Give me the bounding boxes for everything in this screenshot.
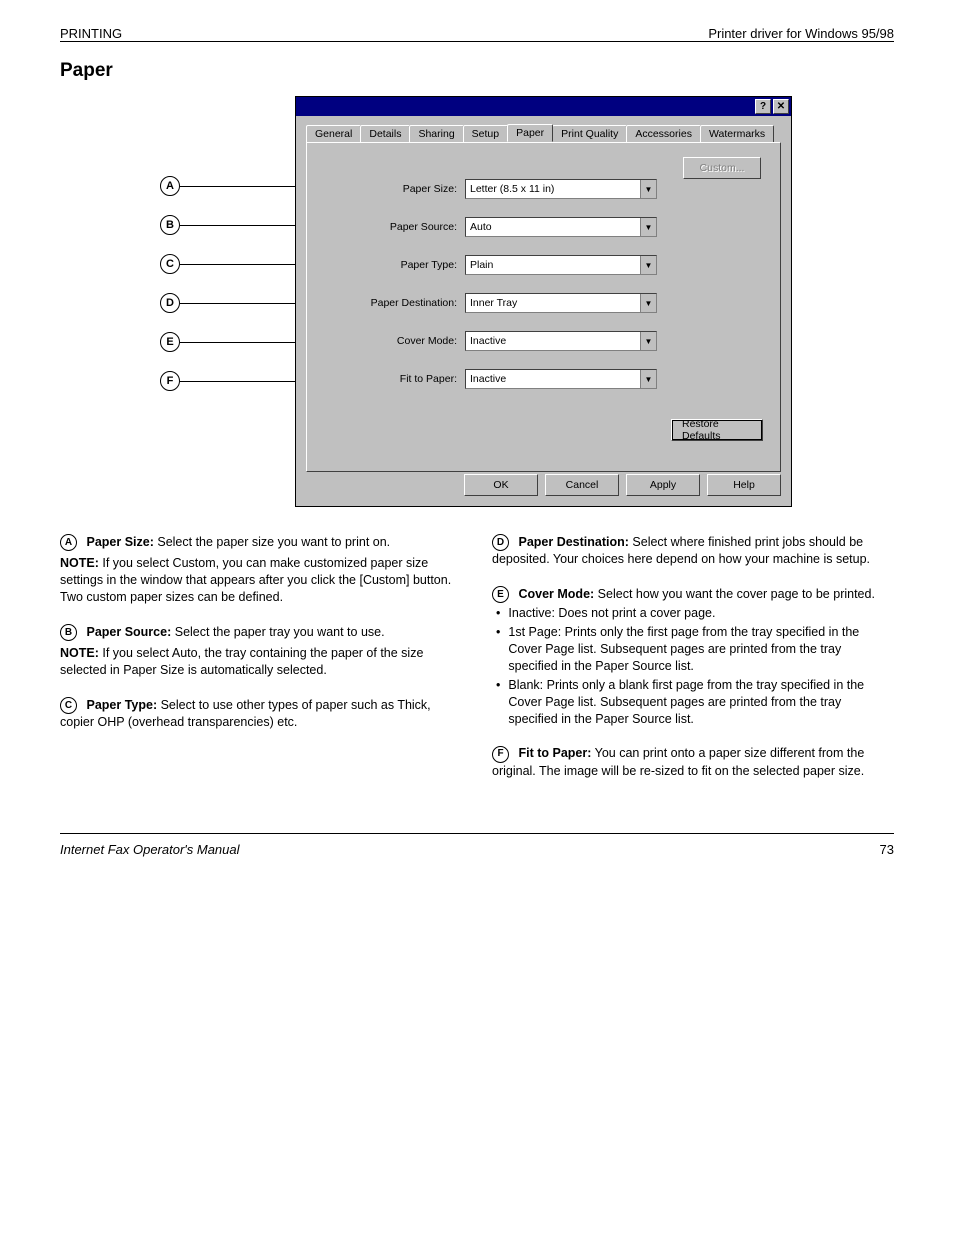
cover-mode-select[interactable]: Inactive ▼ <box>465 331 657 351</box>
entry-a-body: Select the paper size you want to print … <box>157 535 390 549</box>
chevron-down-icon: ▼ <box>640 180 656 198</box>
dialog-button-row: OK Cancel Apply Help <box>296 474 791 496</box>
entry-e-bullet-1: 1st Page: Prints only the first page fro… <box>508 624 894 675</box>
paper-type-label: Paper Type: <box>317 259 465 271</box>
footer-title: Internet Fax Operator's Manual <box>60 842 240 857</box>
entry-a-note: If you select Custom, you can make custo… <box>60 556 451 604</box>
fit-to-paper-value: Inactive <box>466 373 640 385</box>
descriptions-right: D Paper Destination: Select where finish… <box>492 534 894 797</box>
entry-c-title: Paper Type: <box>86 698 157 712</box>
footer: Internet Fax Operator's Manual 73 <box>60 833 894 857</box>
cover-mode-label: Cover Mode: <box>317 335 465 347</box>
tab-print-quality[interactable]: Print Quality <box>552 125 627 143</box>
paper-source-label: Paper Source: <box>317 221 465 233</box>
chevron-down-icon: ▼ <box>640 294 656 312</box>
paper-size-select[interactable]: Letter (8.5 x 11 in) ▼ <box>465 179 657 199</box>
entry-a: A Paper Size: Select the paper size you … <box>60 534 462 606</box>
fit-to-paper-label: Fit to Paper: <box>317 373 465 385</box>
paper-type-value: Plain <box>466 259 640 271</box>
cancel-button[interactable]: Cancel <box>545 474 619 496</box>
properties-dialog: ? ✕ General Details Sharing Setup Paper … <box>295 96 792 507</box>
entry-a-note-label: NOTE: <box>60 556 99 570</box>
callout-c-inline: C <box>60 697 77 714</box>
entry-e-bullet-2: Blank: Prints only a blank first page fr… <box>508 677 894 728</box>
paper-destination-select[interactable]: Inner Tray ▼ <box>465 293 657 313</box>
restore-defaults-button[interactable]: Restore Defaults <box>671 419 763 441</box>
section-heading: Paper <box>60 60 894 82</box>
callout-a-inline: A <box>60 534 77 551</box>
footer-page: 73 <box>880 842 894 857</box>
header-section: PRINTING <box>60 26 122 41</box>
chevron-down-icon: ▼ <box>640 332 656 350</box>
callout-f-inline: F <box>492 746 509 763</box>
entry-a-title: Paper Size: <box>86 535 153 549</box>
paper-type-select[interactable]: Plain ▼ <box>465 255 657 275</box>
entry-f: F Fit to Paper: You can print onto a pap… <box>492 745 894 779</box>
chevron-down-icon: ▼ <box>640 218 656 236</box>
tab-paper[interactable]: Paper <box>507 124 553 142</box>
descriptions-left: A Paper Size: Select the paper size you … <box>60 534 462 797</box>
fit-to-paper-select[interactable]: Inactive ▼ <box>465 369 657 389</box>
header-rule <box>60 41 894 42</box>
tab-area: General Details Sharing Setup Paper Prin… <box>296 116 791 482</box>
header-subsection: Printer driver for Windows 95/98 <box>708 26 894 41</box>
entry-e-body: Select how you want the cover page to be… <box>598 587 875 601</box>
tabpanel-paper: Paper Size: Letter (8.5 x 11 in) ▼ Custo… <box>306 142 781 472</box>
entry-f-title: Fit to Paper: <box>518 746 591 760</box>
callout-a-marker: A <box>160 176 180 196</box>
figure: A B C D E F ? ✕ General Details Sharing … <box>60 96 894 516</box>
callout-f-marker: F <box>160 371 180 391</box>
tab-general[interactable]: General <box>306 125 361 143</box>
callout-e-marker: E <box>160 332 180 352</box>
entry-c: C Paper Type: Select to use other types … <box>60 697 462 731</box>
paper-destination-value: Inner Tray <box>466 297 640 309</box>
entry-d-title: Paper Destination: <box>518 535 628 549</box>
cover-mode-value: Inactive <box>466 335 640 347</box>
callout-e-inline: E <box>492 586 509 603</box>
paper-source-select[interactable]: Auto ▼ <box>465 217 657 237</box>
chevron-down-icon: ▼ <box>640 370 656 388</box>
entry-b-note: If you select Auto, the tray containing … <box>60 646 423 677</box>
entry-b-note-label: NOTE: <box>60 646 99 660</box>
apply-button[interactable]: Apply <box>626 474 700 496</box>
callout-c-marker: C <box>160 254 180 274</box>
tab-accessories[interactable]: Accessories <box>626 125 701 143</box>
ok-button[interactable]: OK <box>464 474 538 496</box>
callout-d-inline: D <box>492 534 509 551</box>
tab-watermarks[interactable]: Watermarks <box>700 125 774 143</box>
help-icon[interactable]: ? <box>755 99 771 114</box>
help-button[interactable]: Help <box>707 474 781 496</box>
titlebar: ? ✕ <box>296 97 791 116</box>
tab-setup[interactable]: Setup <box>463 125 508 143</box>
paper-size-value: Letter (8.5 x 11 in) <box>466 183 640 195</box>
custom-button: Custom... <box>683 157 761 179</box>
paper-source-value: Auto <box>466 221 640 233</box>
tab-details[interactable]: Details <box>360 125 410 143</box>
paper-destination-label: Paper Destination: <box>317 297 465 309</box>
entry-e-bullet-0: Inactive: Does not print a cover page. <box>508 605 715 622</box>
entry-b: B Paper Source: Select the paper tray yo… <box>60 624 462 679</box>
paper-size-label: Paper Size: <box>317 183 465 195</box>
tab-strip: General Details Sharing Setup Paper Prin… <box>306 124 781 142</box>
descriptions: A Paper Size: Select the paper size you … <box>60 534 894 797</box>
entry-b-title: Paper Source: <box>86 625 171 639</box>
entry-b-body: Select the paper tray you want to use. <box>175 625 385 639</box>
entry-d: D Paper Destination: Select where finish… <box>492 534 894 568</box>
entry-e-title: Cover Mode: <box>518 587 594 601</box>
callout-b-marker: B <box>160 215 180 235</box>
entry-e: E Cover Mode: Select how you want the co… <box>492 586 894 727</box>
tab-sharing[interactable]: Sharing <box>409 125 463 143</box>
callout-d-marker: D <box>160 293 180 313</box>
callout-b-inline: B <box>60 624 77 641</box>
chevron-down-icon: ▼ <box>640 256 656 274</box>
close-icon[interactable]: ✕ <box>773 99 789 114</box>
